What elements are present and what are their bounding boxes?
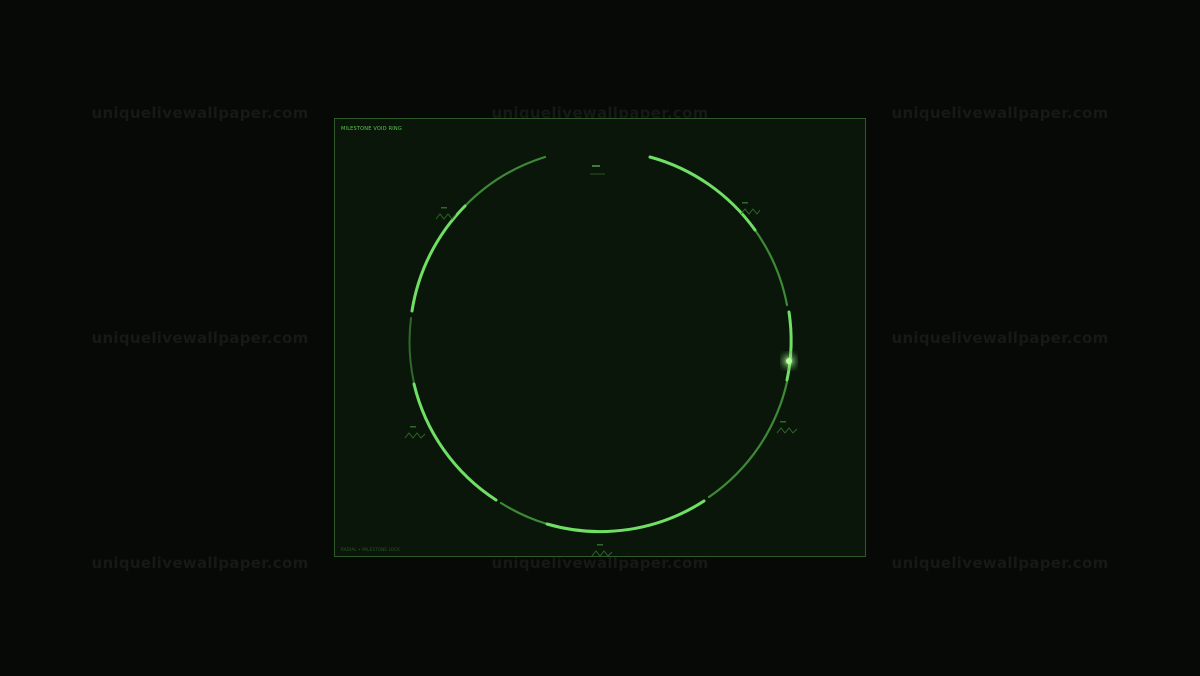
ring-arc-dim — [707, 380, 789, 499]
ring-arc-bright — [545, 499, 706, 534]
milestone-ring — [404, 155, 798, 557]
wallpaper-stage: uniquelivewallpaper.com uniquelivewallpa… — [0, 0, 1200, 676]
ring-arc-dim — [753, 228, 789, 307]
ring-arc-dim — [499, 501, 549, 526]
zigzag-marker-icon — [591, 544, 613, 557]
ring-arc-bright — [412, 382, 498, 502]
ring-arc-dim — [463, 155, 547, 208]
zigzag-marker-icon — [435, 207, 457, 220]
ring-arc-bright — [648, 155, 757, 232]
zigzag-marker-icon — [404, 426, 426, 439]
zigzag-marker-icon — [740, 202, 761, 215]
zigzag-marker-icon — [776, 421, 798, 434]
top-marker — [590, 165, 605, 175]
progress-head-dot[interactable] — [786, 358, 792, 364]
ring-arc-bright — [410, 204, 467, 313]
ring-arc-dim — [408, 317, 415, 384]
